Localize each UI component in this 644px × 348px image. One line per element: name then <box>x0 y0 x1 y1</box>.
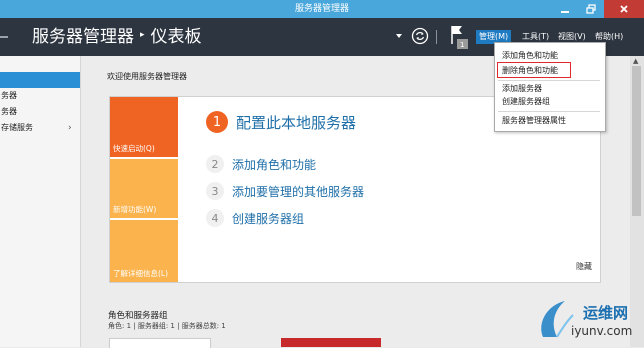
back-arrow-icon[interactable] <box>0 32 8 42</box>
task-number: 1 <box>206 111 228 133</box>
task-add-servers[interactable]: 3 添加要管理的其他服务器 <box>206 182 364 200</box>
menu-separator <box>498 80 600 81</box>
sidebar-item-storage-services[interactable]: 存储服务 › <box>0 120 80 136</box>
title-bar: 服务器管理器 <box>0 0 644 18</box>
breadcrumb: 服务器管理器 ▸ 仪表板 <box>32 26 202 48</box>
breadcrumb-app: 服务器管理器 <box>32 27 134 47</box>
task-create-server-group[interactable]: 4 创建服务器组 <box>206 209 304 227</box>
breadcrumb-page: 仪表板 <box>150 27 202 47</box>
menu-item-create-server-group[interactable]: 创建服务器组 <box>502 96 550 107</box>
tile-whats-new[interactable]: 新增功能(W) <box>110 159 178 218</box>
notification-count-badge: 1 <box>460 41 465 49</box>
window-title: 服务器管理器 <box>294 4 349 14</box>
close-icon <box>620 5 628 13</box>
sidebar-item-label: 存储服务 <box>1 123 33 132</box>
chevron-right-icon: › <box>68 123 72 133</box>
tile-label: 新增功能(W) <box>113 205 157 214</box>
task-link[interactable]: 创建服务器组 <box>232 210 304 227</box>
close-button[interactable] <box>604 0 644 18</box>
task-number: 4 <box>206 209 224 227</box>
hide-welcome-link[interactable]: 隐藏 <box>576 261 592 272</box>
notifications-flag-icon[interactable] <box>448 24 470 50</box>
menu-item-add-servers[interactable]: 添加服务器 <box>502 83 542 94</box>
roles-section-title: 角色和服务器组 <box>108 311 168 321</box>
sidebar-item-label: 务器 <box>1 107 17 116</box>
manage-dropdown-menu: 添加角色和功能 删除角色和功能 添加服务器 创建服务器组 服务器管理器属性 <box>494 42 606 132</box>
role-card-alert[interactable] <box>281 338 381 347</box>
breadcrumb-separator: ▸ <box>140 30 145 40</box>
sidebar: 务器 务器 存储服务 › <box>0 56 81 347</box>
restore-icon <box>586 4 596 14</box>
tile-learn-more[interactable]: 了解详细信息(L) <box>110 220 178 282</box>
restore-button[interactable] <box>578 0 604 18</box>
refresh-icon[interactable] <box>411 27 429 45</box>
watermark-url: iyunv.com <box>571 324 633 338</box>
task-add-roles[interactable]: 2 添加角色和功能 <box>206 155 316 173</box>
menu-item-remove-roles[interactable]: 删除角色和功能 <box>502 65 558 76</box>
menu-separator <box>498 111 600 112</box>
roles-summary: 角色: 1 | 服务器组: 1 | 服务器总数: 1 <box>108 322 226 330</box>
task-link[interactable]: 添加角色和功能 <box>232 156 316 173</box>
sidebar-item-all-servers[interactable]: 务器 <box>0 104 80 120</box>
sidebar-item-local-server[interactable]: 务器 <box>0 88 80 104</box>
site-watermark: 运维网 iyunv.com <box>535 297 640 345</box>
tile-quick-start[interactable]: 快速启动(Q) <box>110 97 178 157</box>
scrollbar-thumb[interactable] <box>632 66 641 216</box>
task-configure-local-server[interactable]: 1 配置此本地服务器 <box>206 111 356 133</box>
window-controls <box>552 0 644 18</box>
minimize-icon <box>561 11 569 13</box>
menu-item-properties[interactable]: 服务器管理器属性 <box>502 115 566 126</box>
welcome-heading: 欢迎使用服务器管理器 <box>107 72 187 81</box>
tile-label: 了解详细信息(L) <box>113 269 169 278</box>
watermark-text: 运维网 <box>583 304 629 322</box>
watermark-logo-icon <box>541 301 574 338</box>
header-divider <box>436 30 437 44</box>
task-link[interactable]: 配置此本地服务器 <box>236 112 356 133</box>
minimize-button[interactable] <box>552 0 578 18</box>
task-number: 2 <box>206 155 224 173</box>
menu-item-add-roles[interactable]: 添加角色和功能 <box>502 50 558 61</box>
tile-label: 快速启动(Q) <box>113 144 155 153</box>
task-link[interactable]: 添加要管理的其他服务器 <box>232 183 364 200</box>
sidebar-item-dashboard[interactable] <box>0 72 80 88</box>
dropdown-caret-icon[interactable] <box>395 32 403 40</box>
scroll-up-icon[interactable]: ▲ <box>633 57 638 65</box>
task-number: 3 <box>206 182 224 200</box>
sidebar-item-label: 务器 <box>1 91 17 100</box>
